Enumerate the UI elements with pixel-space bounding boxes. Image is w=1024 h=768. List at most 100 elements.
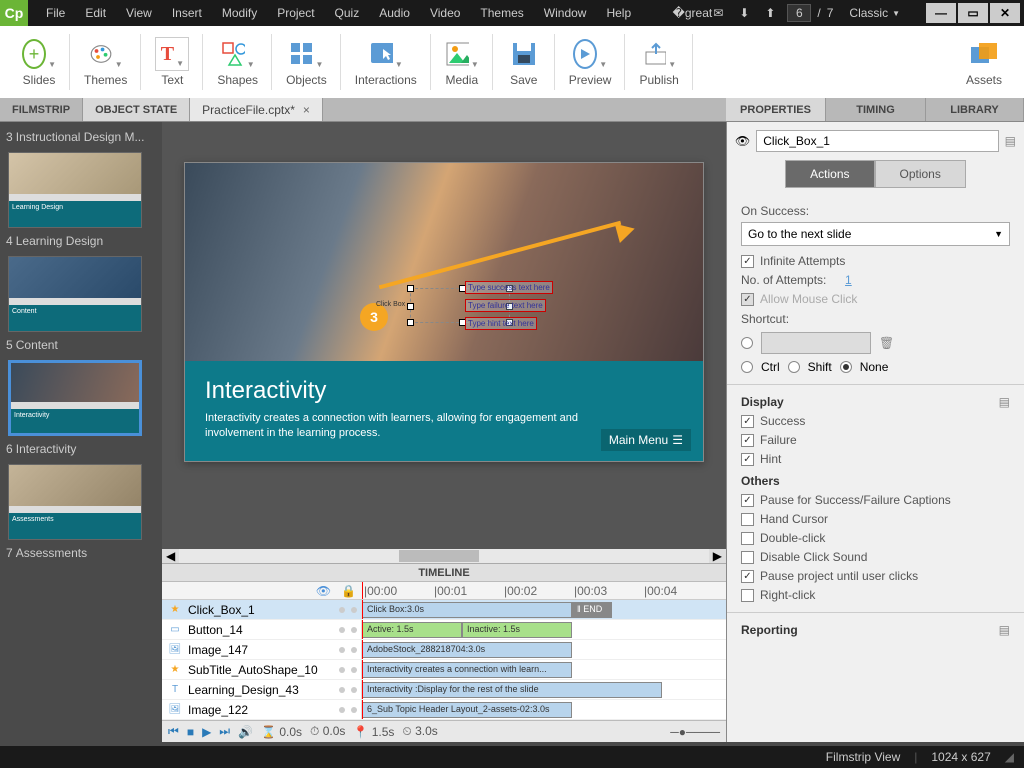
tab-timing[interactable]: TIMING <box>826 98 926 121</box>
object-name-input[interactable] <box>756 130 998 152</box>
menu-insert[interactable]: Insert <box>162 0 212 26</box>
pause-captions-checkbox[interactable] <box>741 494 754 507</box>
ribbon-preview[interactable]: ▼ Preview <box>555 26 626 98</box>
rewind-button[interactable]: ⏮ <box>168 724 179 739</box>
lock-icon[interactable]: 🔒 <box>341 584 356 598</box>
workspace-selector[interactable]: Classic▼ <box>841 6 908 20</box>
resize-handle-icon[interactable]: ◢ <box>1005 750 1014 764</box>
attempts-value[interactable]: 1 <box>845 273 852 287</box>
tab-properties[interactable]: PROPERTIES <box>726 98 826 121</box>
timeline-row[interactable]: 🖼Image_147AdobeStock_288218704:3.0s <box>162 640 726 660</box>
menu-view[interactable]: View <box>116 0 162 26</box>
slide-canvas[interactable]: 3 Click Box Type success text here Type … <box>184 162 704 462</box>
menu-themes[interactable]: Themes <box>470 0 533 26</box>
filmstrip-slide[interactable]: Learning Design 4 Learning Design <box>4 152 158 252</box>
disable-sound-checkbox[interactable] <box>741 551 754 564</box>
none-radio[interactable] <box>840 361 852 373</box>
infinite-attempts-checkbox[interactable] <box>741 255 754 268</box>
menu-modify[interactable]: Modify <box>212 0 267 26</box>
double-click-checkbox[interactable] <box>741 532 754 545</box>
shortcut-radio[interactable] <box>741 337 753 349</box>
forward-button[interactable]: ⏭ <box>219 724 230 739</box>
menu-video[interactable]: Video <box>420 0 470 26</box>
on-success-select[interactable]: Go to the next slide▼ <box>741 222 1010 246</box>
section-menu-icon[interactable]: ▤ <box>999 395 1010 409</box>
minimize-button[interactable]: — <box>926 3 956 23</box>
mail-icon[interactable]: ✉ <box>709 4 727 22</box>
horizontal-scrollbar[interactable]: ◀▶ <box>162 549 726 563</box>
timeline-controls: ⏮ ■ ▶ ⏭ 🔊 ⌛ 0.0s ⏱ 0.0s 📍 1.5s ⏲ 3.0s ─●… <box>162 720 726 742</box>
download-icon[interactable]: ⬇ <box>735 4 753 22</box>
shortcut-input[interactable] <box>761 332 871 354</box>
filmstrip-panel[interactable]: 3 Instructional Design M... Learning Des… <box>0 122 162 742</box>
failure-caption[interactable]: Type failure text here <box>465 299 546 312</box>
ribbon-shapes[interactable]: ▼ Shapes <box>203 26 272 98</box>
close-icon[interactable]: × <box>303 103 310 117</box>
menu-icon[interactable]: ▤ <box>1005 134 1016 148</box>
ribbon-interactions[interactable]: ▼ Interactions <box>341 26 431 98</box>
ctrl-radio[interactable] <box>741 361 753 373</box>
visibility-icon[interactable]: 👁 <box>735 134 750 148</box>
failure-checkbox[interactable] <box>741 434 754 447</box>
timeline-ruler[interactable]: |00:00 |00:01 |00:02 |00:03 |00:04 <box>362 582 726 599</box>
timeline-row[interactable]: 🖼Image_1226_Sub Topic Header Layout_2-as… <box>162 700 726 720</box>
stop-button[interactable]: ■ <box>187 725 194 739</box>
hint-checkbox[interactable] <box>741 453 754 466</box>
page-current-input[interactable] <box>787 4 811 22</box>
section-menu-icon[interactable]: ▤ <box>999 623 1010 637</box>
zoom-slider[interactable]: ─●──── <box>670 725 720 739</box>
titlebar: Cp File Edit View Insert Modify Project … <box>0 0 1024 26</box>
filmstrip-slide[interactable]: Assessments 7 Assessments <box>4 464 158 564</box>
subtab-options[interactable]: Options <box>875 160 966 188</box>
sync-icon[interactable]: �great <box>683 4 701 22</box>
trash-icon[interactable]: 🗑 <box>879 336 894 350</box>
upload-icon[interactable]: ⬆ <box>761 4 779 22</box>
ribbon-save[interactable]: Save <box>493 26 555 98</box>
slide-title: Interactivity <box>205 377 683 405</box>
ribbon-publish[interactable]: ▼ Publish <box>625 26 692 98</box>
app-logo: Cp <box>0 0 28 26</box>
ribbon-slides[interactable]: +▼ Slides <box>8 26 70 98</box>
timeline-row[interactable]: TLearning_Design_43Interactivity :Displa… <box>162 680 726 700</box>
hint-caption[interactable]: Type hint text here <box>465 317 537 330</box>
tab-library[interactable]: LIBRARY <box>926 98 1024 121</box>
tab-file[interactable]: PracticeFile.cptx*× <box>190 98 323 121</box>
ribbon-themes[interactable]: ▼ Themes <box>70 26 141 98</box>
filmstrip-slide-selected[interactable]: Interactivity 6 Interactivity <box>4 360 158 460</box>
menu-window[interactable]: Window <box>534 0 597 26</box>
close-button[interactable]: ✕ <box>990 3 1020 23</box>
filmstrip-slide[interactable]: 3 Instructional Design M... <box>4 126 158 148</box>
ribbon: +▼ Slides ▼ Themes T▼ Text ▼ Shapes ▼ Ob… <box>0 26 1024 98</box>
play-button[interactable]: ▶ <box>202 725 211 739</box>
main-menu-button[interactable]: Main Menu ☰ <box>601 429 691 451</box>
tab-filmstrip[interactable]: FILMSTRIP <box>0 98 83 121</box>
pause-project-checkbox[interactable] <box>741 570 754 583</box>
shift-radio[interactable] <box>788 361 800 373</box>
success-checkbox[interactable] <box>741 415 754 428</box>
menu-project[interactable]: Project <box>267 0 324 26</box>
success-caption[interactable]: Type success text here <box>465 281 553 294</box>
filmstrip-slide[interactable]: Content 5 Content <box>4 256 158 356</box>
ribbon-media[interactable]: ▼ Media <box>431 26 493 98</box>
hand-cursor-checkbox[interactable] <box>741 513 754 526</box>
shapes-icon: ▼ <box>221 37 255 71</box>
menu-file[interactable]: File <box>36 0 75 26</box>
tab-object-state[interactable]: OBJECT STATE <box>83 98 190 121</box>
timeline-header: TIMELINE <box>162 564 726 582</box>
timeline-row[interactable]: ★SubTitle_AutoShape_10Interactivity crea… <box>162 660 726 680</box>
subtab-actions[interactable]: Actions <box>785 160 874 188</box>
right-click-checkbox[interactable] <box>741 589 754 602</box>
timeline-row[interactable]: ▭Button_14Active: 1.5sInactive: 1.5s <box>162 620 726 640</box>
ribbon-objects[interactable]: ▼ Objects <box>272 26 341 98</box>
menu-audio[interactable]: Audio <box>369 0 420 26</box>
ribbon-text[interactable]: T▼ Text <box>141 26 203 98</box>
menu-edit[interactable]: Edit <box>75 0 116 26</box>
visibility-icon[interactable]: 👁 <box>316 584 331 598</box>
audio-button[interactable]: 🔊 <box>238 725 253 739</box>
timeline-row[interactable]: ★Click_Box_1Click Box:3.0s‖ END <box>162 600 726 620</box>
status-bar: Filmstrip View | 1024 x 627 ◢ <box>0 746 1024 768</box>
ribbon-assets[interactable]: Assets <box>952 26 1016 98</box>
maximize-button[interactable]: ▭ <box>958 3 988 23</box>
menu-help[interactable]: Help <box>596 0 641 26</box>
menu-quiz[interactable]: Quiz <box>325 0 370 26</box>
